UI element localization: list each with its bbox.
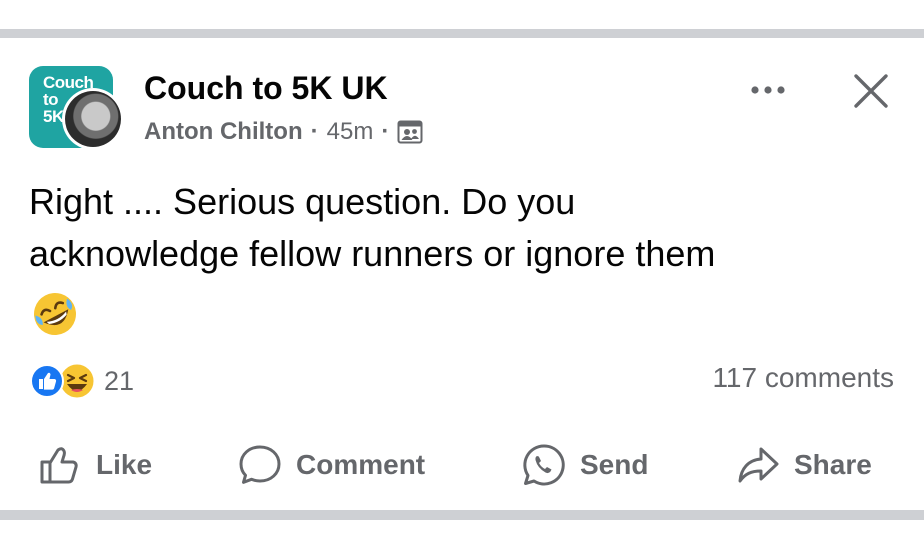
like-reaction-icon (30, 364, 64, 398)
more-options-icon[interactable] (748, 80, 788, 100)
reaction-count: 21 (104, 365, 135, 396)
reactions-summary[interactable]: 21 (30, 362, 135, 400)
like-label: Like (96, 449, 153, 480)
send-button[interactable]: Send (520, 438, 648, 492)
share-label: Share (794, 449, 872, 480)
comment-button[interactable]: Comment (236, 438, 425, 492)
share-arrow-icon (738, 447, 779, 483)
post-timestamp[interactable]: 45m (327, 118, 374, 146)
rolling-on-floor-laughing-emoji (31, 290, 79, 338)
comment-label: Comment (296, 449, 426, 480)
post-text: Right .... Serious question. Do you ackn… (29, 181, 716, 274)
feed-divider-bottom (0, 510, 924, 520)
members-icon[interactable] (397, 120, 423, 144)
group-name-link[interactable]: Couch to 5K UK (144, 70, 388, 107)
post-action-bar: Like Comment Send Share (0, 438, 924, 492)
like-button[interactable]: Like (36, 438, 152, 492)
author-avatar[interactable] (62, 88, 124, 150)
feed-divider-top (0, 29, 924, 38)
comment-bubble-icon (239, 445, 281, 484)
send-label: Send (580, 449, 649, 480)
thumbs-up-icon (40, 447, 78, 484)
close-icon[interactable] (852, 72, 890, 110)
share-button[interactable]: Share (734, 438, 872, 492)
meta-separator: · (381, 118, 390, 145)
whatsapp-icon (523, 444, 565, 486)
meta-separator: · (310, 118, 319, 145)
author-photo (65, 91, 121, 147)
post-meta: Anton Chilton · 45m · (144, 117, 423, 147)
author-name-link[interactable]: Anton Chilton (144, 118, 303, 146)
comment-count-link[interactable]: 117 comments (712, 362, 894, 394)
